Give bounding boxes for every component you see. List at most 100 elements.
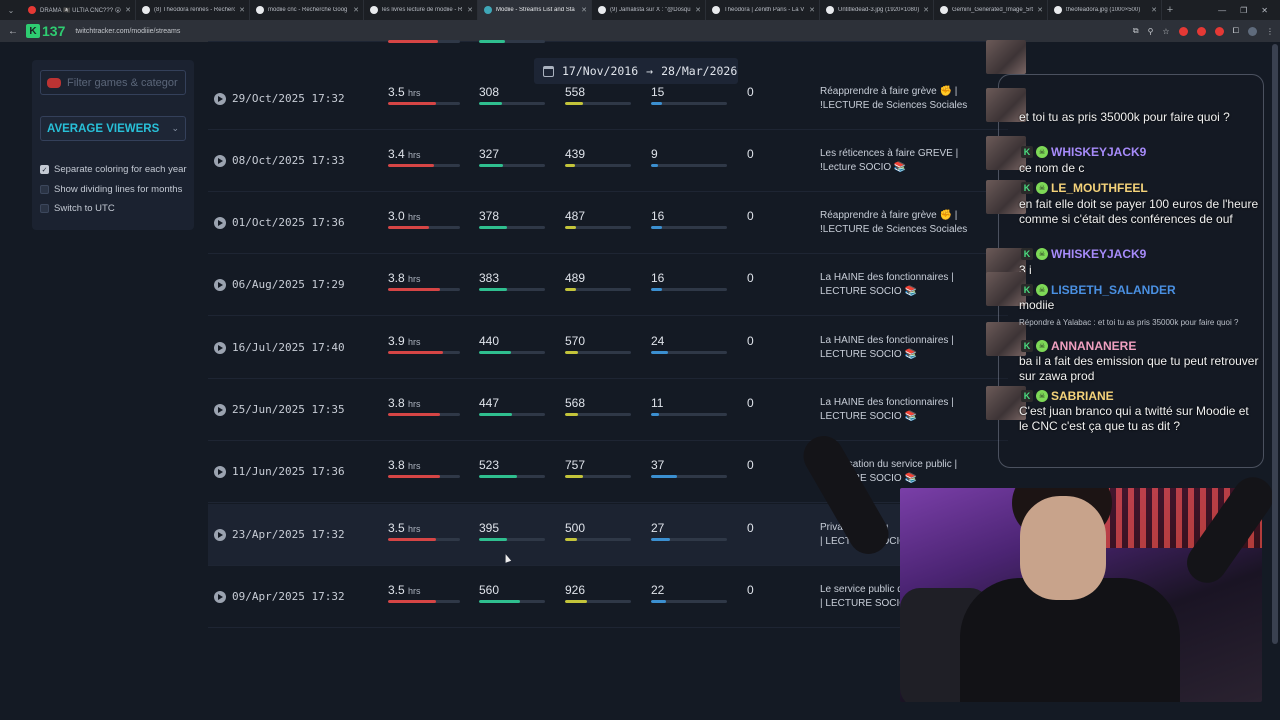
stream-title[interactable]: La HAINE des fonctionnaires | LECTURE SOC…	[820, 271, 990, 299]
peak-bar	[565, 102, 631, 105]
stream-date[interactable]: 16/Jul/2025 17:40	[232, 341, 345, 354]
browser-tab[interactable]: DRAMA 🏴‍☠️ ULTIA CNC??? 😮 ✕	[22, 0, 136, 20]
chat-username[interactable]: K ☠ LE_MOUTHFEEL	[1021, 181, 1148, 195]
play-icon[interactable]	[214, 155, 226, 167]
stream-date[interactable]: 06/Aug/2025 17:29	[232, 278, 345, 291]
stream-date[interactable]: 29/Oct/2025 17:32	[232, 92, 345, 105]
avg-viewers-cell: 327	[479, 147, 500, 161]
skull-badge-icon: ☠	[1036, 182, 1048, 194]
followers-bar	[651, 538, 727, 541]
extensions-puzzle-icon[interactable]: ⧠	[1233, 26, 1239, 36]
play-icon[interactable]	[214, 342, 226, 354]
table-row[interactable]: 25/Jun/2025 17:35 3.8 hrs 447 568 11 0 La HAIN…	[208, 379, 1008, 441]
avg-bar	[479, 351, 545, 354]
stream-title[interactable]: La HAINE des fonctionnaires | LECTURE SOC…	[820, 396, 990, 424]
hours-bar	[388, 351, 460, 354]
table-row-partial	[208, 0, 1008, 43]
bookmark-star-icon[interactable]: ☆	[1162, 27, 1169, 36]
extension-icon[interactable]	[1214, 26, 1224, 36]
views-cell: 0	[747, 334, 754, 348]
play-icon[interactable]	[214, 404, 226, 416]
table-row[interactable]: 09/Apr/2025 17:32 3.5 hrs 560 926 22 0 Le serv…	[208, 566, 1008, 628]
chat-overlay: et toi tu as pris 35000k pour faire quoi…	[986, 40, 1270, 470]
close-tab-icon[interactable]: ✕	[125, 6, 131, 14]
avg-bar	[479, 288, 545, 291]
profile-avatar[interactable]	[1248, 26, 1257, 36]
avg-viewers-cell: 560	[479, 583, 500, 597]
stream-date[interactable]: 09/Apr/2025 17:32	[232, 590, 345, 603]
checkbox-icon[interactable]	[40, 185, 49, 194]
webcam-overlay	[900, 488, 1262, 702]
avg-bar	[479, 413, 545, 416]
close-window-icon[interactable]: ✕	[1261, 6, 1268, 15]
kick-badge-icon: K	[1021, 248, 1033, 260]
play-icon[interactable]	[214, 217, 226, 229]
avg-bar	[479, 475, 545, 478]
chat-username[interactable]: K ☠ LISBETH_SALANDER	[1021, 283, 1176, 297]
avg-viewers-cell: 308	[479, 85, 500, 99]
option-separate-coloring[interactable]: ✓ Separate coloring for each year	[40, 164, 187, 175]
minimize-icon[interactable]: —	[1218, 6, 1226, 15]
peak-viewers-cell: 489	[565, 271, 586, 285]
toolbar-icons: ⧉ ⚲ ☆ ⧠ ⋮	[1133, 26, 1274, 36]
chat-message: en fait elle doit se payer 100 euros de …	[1019, 197, 1259, 226]
chat-username[interactable]: K ☠ WHISKEYJACK9	[1021, 247, 1146, 261]
browser-menu-icon[interactable]: ⋮	[1266, 27, 1274, 36]
option-dividing-lines[interactable]: Show dividing lines for months	[40, 184, 182, 195]
play-icon[interactable]	[214, 93, 226, 105]
table-row[interactable]: 16/Jul/2025 17:40 3.9 hrs 440 570 24 0 La HAIN…	[208, 317, 1008, 379]
play-icon[interactable]	[214, 591, 226, 603]
install-icon[interactable]: ⧉	[1133, 26, 1139, 36]
new-tab-button[interactable]: +	[1162, 4, 1178, 16]
stream-title[interactable]: Réapprendre à faire grève ✊ | !LECTURE de…	[820, 85, 990, 113]
duration-cell: 3.8 hrs	[388, 271, 421, 285]
stream-date[interactable]: 25/Jun/2025 17:35	[232, 403, 345, 416]
stream-title[interactable]: La HAINE des fonctionnaires | LECTURE SOC…	[820, 334, 990, 362]
close-tab-icon[interactable]: ✕	[1037, 6, 1043, 14]
stream-date[interactable]: 23/Apr/2025 17:32	[232, 528, 345, 541]
extension-icon[interactable]	[1178, 26, 1188, 36]
filter-games-input[interactable]: Filter games & categor	[40, 70, 186, 95]
chat-username[interactable]: K ☠ WHISKEYJACK9	[1021, 145, 1146, 159]
checkbox-checked-icon[interactable]: ✓	[40, 165, 49, 174]
views-cell: 0	[747, 147, 754, 161]
checkbox-icon[interactable]	[40, 204, 49, 213]
option-switch-utc[interactable]: Switch to UTC	[40, 203, 115, 214]
stream-date[interactable]: 08/Oct/2025 17:33	[232, 154, 345, 167]
close-tab-icon[interactable]: ✕	[1151, 6, 1157, 14]
peak-bar	[565, 475, 631, 478]
calendar-icon	[543, 65, 554, 77]
scrollbar[interactable]	[1272, 44, 1278, 644]
zoom-icon[interactable]: ⚲	[1148, 27, 1154, 36]
play-icon[interactable]	[214, 279, 226, 291]
chat-username[interactable]: K ☠ ANNANANERE	[1021, 339, 1136, 353]
duration-cell: 3.8 hrs	[388, 396, 421, 410]
stream-title[interactable]: Les réticences à faire GREVE | !Lecture S…	[820, 147, 990, 175]
favicon-icon	[1054, 6, 1062, 14]
duration-cell: 3.5 hrs	[388, 521, 421, 535]
maximize-icon[interactable]: ❐	[1240, 6, 1247, 15]
metric-select[interactable]: AVERAGE VIEWERS ⌄	[40, 116, 186, 141]
table-row[interactable]: 01/Oct/2025 17:36 3.0 hrs 378 487 16 0 Réappre…	[208, 192, 1008, 254]
peak-viewers-cell: 568	[565, 396, 586, 410]
stream-title[interactable]: Réapprendre à faire grève ✊ | !LECTURE de…	[820, 209, 990, 237]
table-row[interactable]: 08/Oct/2025 17:33 3.4 hrs 327 439 9 0 Les réti…	[208, 130, 1008, 192]
date-range-picker[interactable]: 17/Nov/2016 → 28/Mar/2026	[534, 58, 738, 84]
play-icon[interactable]	[214, 529, 226, 541]
browser-tab[interactable]: theofeadora.jpg (1000×500) ✕	[1048, 0, 1162, 20]
twitchtracker-logo[interactable]: K 137	[26, 23, 65, 39]
hours-bar	[388, 538, 460, 541]
chat-username[interactable]: K ☠ SABRIANE	[1021, 389, 1114, 403]
peak-viewers-cell: 500	[565, 521, 586, 535]
back-arrow-icon[interactable]: ←	[6, 26, 20, 37]
play-icon[interactable]	[214, 466, 226, 478]
followers-bar	[651, 475, 727, 478]
gamepad-icon	[47, 77, 61, 88]
stream-date[interactable]: 01/Oct/2025 17:36	[232, 216, 345, 229]
extension-icon[interactable]	[1196, 26, 1206, 36]
table-row[interactable]: 06/Aug/2025 17:29 3.8 hrs 383 489 16 0 La HAIN…	[208, 254, 1008, 316]
tab-search-icon[interactable]: ⌄	[0, 6, 22, 15]
table-row[interactable]: 11/Jun/2025 17:36 3.8 hrs 523 757 37 0 Privati…	[208, 441, 1008, 503]
chat-message: ce nom de c	[1019, 161, 1085, 175]
stream-date[interactable]: 11/Jun/2025 17:36	[232, 465, 345, 478]
